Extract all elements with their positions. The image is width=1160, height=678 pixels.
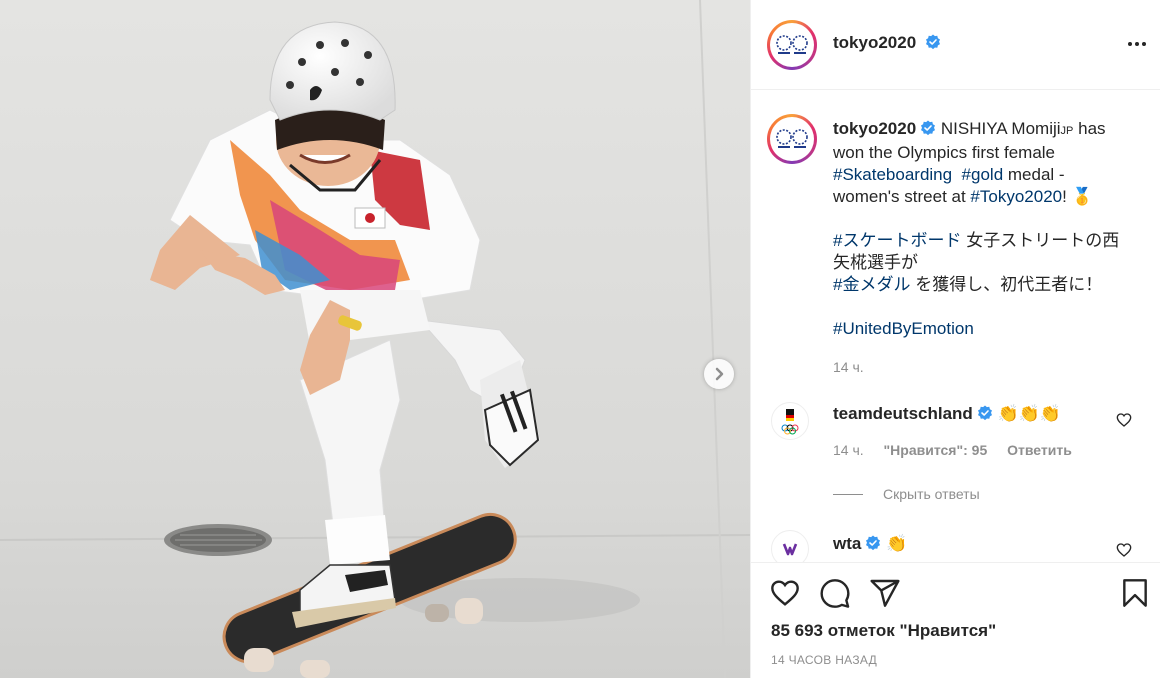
heart-outline-icon [1116, 543, 1132, 557]
tokyo2020-logo-icon [776, 129, 808, 148]
hashtag-gold[interactable]: #gold [962, 165, 1004, 184]
verified-badge-icon [921, 120, 936, 136]
header-username-row: tokyo2020 [833, 33, 941, 53]
hashtag-skateboard-jp[interactable]: #スケートボード [833, 231, 961, 250]
hide-replies-label: Скрыть ответы [883, 486, 980, 502]
caption-text-1b: has [1073, 119, 1106, 138]
comment-text: 👏👏👏 [997, 404, 1062, 423]
post-timestamp[interactable]: 14 ЧАСОВ НАЗАД [771, 653, 877, 667]
heart-outline-icon [1116, 413, 1132, 427]
comment-avatar-teamdeutschland[interactable] [771, 402, 809, 440]
hide-replies-button[interactable]: Скрыть ответы [833, 486, 980, 502]
team-deutschland-logo-icon [781, 409, 799, 435]
tokyo2020-logo-icon [776, 35, 808, 54]
gold-medal-emoji: 🥇 [1071, 187, 1093, 206]
caption-text-4a: women's street at [833, 187, 971, 206]
verified-badge-icon [977, 405, 992, 421]
likes-count[interactable]: 85 693 отметок "Нравится" [771, 621, 996, 641]
skateboarder-photo [0, 0, 750, 678]
caption-jp-text-3: を獲得し、初代王者に！ [910, 275, 1103, 294]
comment-text: 👏 [886, 534, 908, 553]
post-photo[interactable] [0, 0, 750, 678]
comment-button[interactable] [819, 577, 851, 614]
comment-like-button[interactable] [1116, 542, 1132, 562]
save-button[interactable] [1119, 577, 1151, 614]
caption-text-2: won the Olympics first female [833, 143, 1056, 162]
comment-like-button[interactable] [1116, 412, 1132, 433]
caption-time[interactable]: 14 ч. [833, 356, 1133, 378]
bookmark-icon [1123, 579, 1147, 607]
caption-jp-text-1: 女子ストリートの西 [961, 231, 1120, 250]
comment-reply-button[interactable]: Ответить [1007, 442, 1072, 458]
hashtag-unitedbyemotion[interactable]: #UnitedByEmotion [833, 319, 974, 338]
comment-bubble-icon [820, 579, 850, 608]
caption-jp-text-2: 矢椛選手が [833, 253, 918, 272]
paper-plane-icon [870, 579, 900, 607]
like-button[interactable] [769, 577, 801, 614]
hashtag-tokyo2020[interactable]: #Tokyo2020 [970, 187, 1062, 206]
post-header: tokyo2020 [751, 0, 1160, 90]
caption-text-1a: NISHIYA Momiji [936, 119, 1061, 138]
caption-text-4b: ! [1062, 187, 1072, 206]
hashtag-skateboarding[interactable]: #Skateboarding [833, 165, 952, 184]
hashtag-gold-medal-jp[interactable]: #金メダル [833, 275, 910, 294]
comment-like-count[interactable]: "Нравится": 95 [884, 442, 988, 458]
comment-meta: 14 ч. "Нравится": 95 Ответить [833, 442, 1088, 458]
comment-author[interactable]: wta [833, 534, 861, 553]
comment-body: wta 👏 [833, 534, 907, 554]
header-username[interactable]: tokyo2020 [833, 33, 916, 52]
comment-avatar-wta[interactable] [771, 530, 809, 562]
verified-badge-icon [866, 535, 881, 551]
next-photo-button[interactable] [704, 359, 734, 389]
chevron-right-icon [715, 367, 724, 381]
divider-line [833, 493, 863, 495]
share-button[interactable] [869, 577, 901, 614]
caption-country-code: JP [1060, 125, 1074, 137]
caption-text-3: medal - [1003, 165, 1065, 184]
comments-scroll-area[interactable]: tokyo2020 NISHIYA MomijiJP has won the O… [751, 90, 1160, 562]
comment-body: teamdeutschland 👏👏👏 [833, 404, 1061, 424]
comment-time[interactable]: 14 ч. [833, 442, 864, 458]
more-dots-icon [1128, 42, 1146, 46]
verified-badge-icon [925, 34, 940, 50]
post-actions: 85 693 отметок "Нравится" 14 ЧАСОВ НАЗАД [751, 562, 1160, 678]
more-options-button[interactable] [1127, 34, 1147, 59]
post-caption: tokyo2020 NISHIYA MomijiJP has won the O… [833, 118, 1133, 378]
heart-icon [771, 580, 799, 606]
post-side-panel: tokyo2020 tokyo2020 NISHIYA MomijiJP has… [750, 0, 1160, 678]
comment-author[interactable]: teamdeutschland [833, 404, 973, 423]
wta-logo-icon [779, 538, 801, 560]
author-avatar[interactable] [767, 20, 817, 70]
caption-author-name[interactable]: tokyo2020 [833, 119, 916, 138]
caption-author-avatar[interactable] [767, 114, 817, 164]
